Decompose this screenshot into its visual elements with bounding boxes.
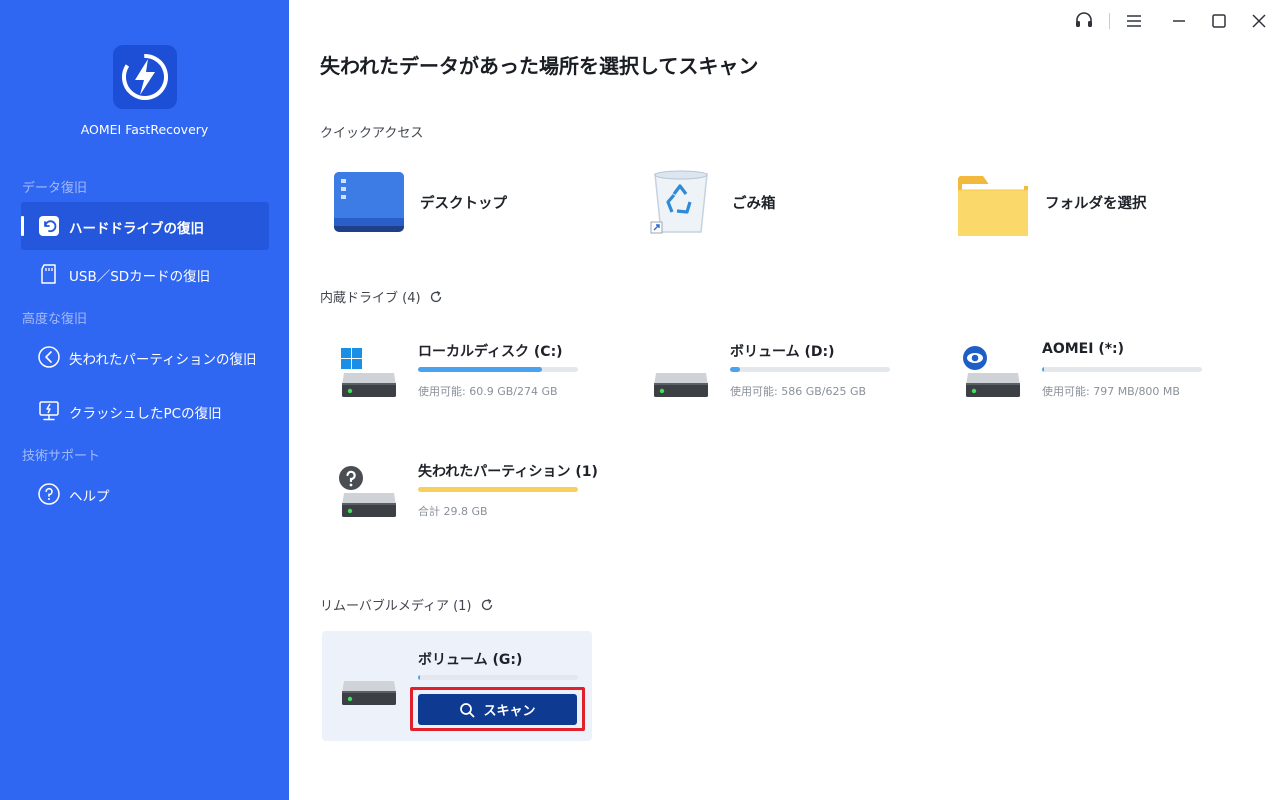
hard-drive-icon [339,466,396,517]
drive-usage-bar [418,675,578,680]
sidebar-item-crashed-pc-recovery[interactable]: クラッシュしたPCの復旧 [21,387,269,435]
menu-icon[interactable] [1123,10,1145,32]
drive-icon [338,653,400,713]
drive-name: ボリューム (G:) [418,652,523,668]
drive-card-c[interactable]: ローカルディスク (C:) 使用可能: 60.9 GB/274 GB [320,327,620,417]
close-icon[interactable] [1248,10,1270,32]
drive-usage-fill [418,487,578,492]
drive-name: ローカルディスク (C:) [418,344,563,360]
quick-access-heading: クイックアクセス [320,122,423,141]
sidebar-item-label: 失われたパーティションの復旧 [69,352,257,368]
quick-access-label: ごみ箱 [732,196,776,212]
drive-icon [338,345,400,405]
sidebar-item-label: ヘルプ [69,489,110,505]
quick-access-recycle-bin[interactable]: ごみ箱 [650,168,890,238]
scan-button[interactable]: スキャン [418,694,577,725]
drive-usage-fill [418,367,543,372]
hard-drive-icon [963,346,1020,397]
drive-usage-bar [418,487,578,492]
drive-name: ボリューム (D:) [730,344,835,360]
drive-name: 失われたパーティション (1) [418,464,598,480]
drive-usage-bar [730,367,890,372]
folder-icon [958,176,1028,236]
lightning-bolt-icon [122,54,168,100]
headset-icon[interactable] [1073,10,1095,32]
drive-usage-bar [418,367,578,372]
eye-icon [963,346,987,370]
quick-access-desktop[interactable]: デスクトップ [332,168,572,238]
recycle-bin-icon [650,170,708,234]
help-icon [38,483,60,505]
drive-card-lost-partition[interactable]: 失われたパーティション (1) 合計 29.8 GB [320,447,620,537]
scan-button-label: スキャン [483,704,536,719]
titlebar-separator [1109,13,1110,29]
sidebar-item-label: USB／SDカードの復旧 [69,269,211,285]
refresh-icon[interactable] [429,290,443,304]
app-logo [113,45,177,109]
removable-media-heading: リムーバブルメディア (1) [320,595,494,614]
drive-usage-bar [1042,367,1202,372]
sidebar-item-usb-sd-recovery[interactable]: USB／SDカードの復旧 [21,250,269,298]
quick-access-label: クイックアクセス [320,126,424,141]
drive-icon [962,345,1024,405]
sidebar-item-lost-partition-recovery[interactable]: 失われたパーティションの復旧 [21,333,269,381]
question-icon [339,466,363,490]
desktop-icon [334,172,404,232]
drive-capacity-info: 使用可能: 797 MB/800 MB [1042,385,1180,398]
drive-name: AOMEI (*:) [1042,341,1125,357]
section-label-data-recovery: データ復旧 [22,181,88,196]
minimize-icon[interactable] [1168,10,1190,32]
windows-logo-icon [341,348,362,369]
drive-capacity-info: 使用可能: 586 GB/625 GB [730,385,867,398]
hard-drive-restore-icon [39,216,59,236]
internal-drives-label: 内蔵ドライブ (4) [320,291,421,306]
hard-drive-icon [341,348,396,397]
drive-capacity-info: 合計 29.8 GB [418,505,488,518]
sd-card-icon [41,264,56,284]
drive-card-d[interactable]: ボリューム (D:) 使用可能: 586 GB/625 GB [632,327,932,417]
sidebar-item-help[interactable]: ヘルプ [21,470,269,518]
sidebar: AOMEI FastRecovery データ復旧 ハードドライブの復旧 USB／… [0,0,289,800]
sidebar-item-label: ハードドライブの復旧 [69,221,204,237]
drive-usage-fill [1042,367,1044,372]
quick-access-label: フォルダを選択 [1045,196,1147,212]
section-label-advanced-recovery: 高度な復旧 [22,312,88,327]
removable-media-label: リムーバブルメディア (1) [320,599,472,614]
section-label-tech-support: 技術サポート [22,449,101,464]
maximize-icon[interactable] [1208,10,1230,32]
drive-icon [650,345,712,405]
drive-icon [338,465,400,525]
drive-usage-fill [730,367,740,372]
drive-capacity-info: 使用可能: 60.9 GB/274 GB [418,385,558,398]
drive-card-aomei[interactable]: AOMEI (*:) 使用可能: 797 MB/800 MB [944,327,1244,417]
partition-restore-icon [38,346,60,368]
quick-access-label: デスクトップ [420,196,507,212]
page-title: 失われたデータがあった場所を選択してスキャン [320,54,759,78]
refresh-icon[interactable] [480,598,494,612]
search-icon [460,702,475,717]
hard-drive-icon [342,681,396,705]
sidebar-item-label: クラッシュしたPCの復旧 [69,406,222,422]
hard-drive-icon [654,373,708,397]
internal-drives-heading: 内蔵ドライブ (4) [320,287,443,306]
app-name: AOMEI FastRecovery [80,122,209,137]
crashed-pc-icon [39,401,59,421]
drive-usage-fill [418,675,420,680]
sidebar-item-hard-drive-recovery[interactable]: ハードドライブの復旧 [21,202,269,250]
quick-access-select-folder[interactable]: フォルダを選択 [957,168,1197,238]
